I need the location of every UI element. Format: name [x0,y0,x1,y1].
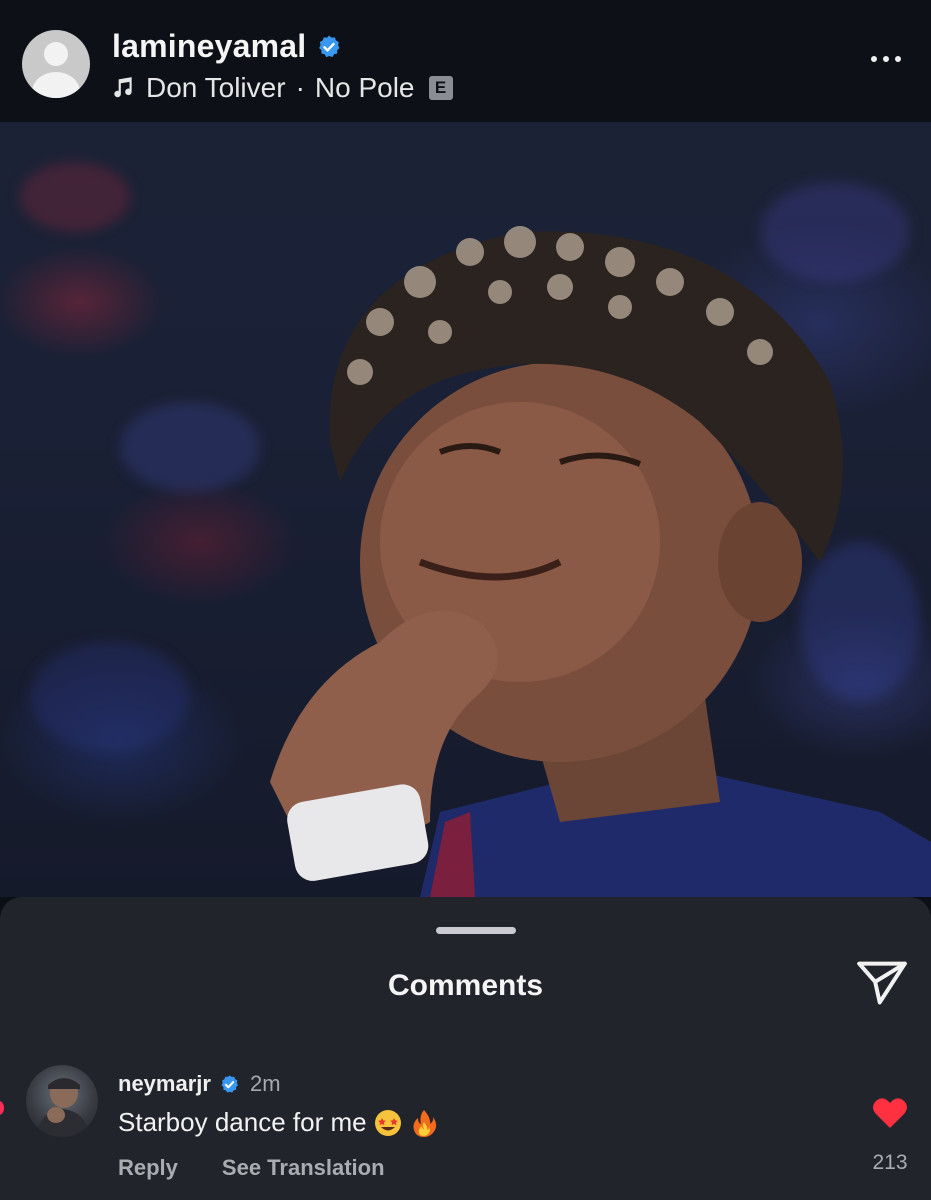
player-figure [270,226,931,897]
commenter-username[interactable]: neymarjr [118,1071,211,1097]
avatar-placeholder-head [44,42,68,66]
commenter-avatar[interactable] [26,1065,98,1137]
reply-button[interactable]: Reply [118,1155,178,1181]
post-username[interactable]: lamineyamal [112,28,306,65]
comment-item: neymarjr 2m Starboy dance for me Reply S… [0,1065,931,1185]
instagram-post-screen: lamineyamal Don Toliver · No Pole E Comm… [0,0,931,1200]
send-icon[interactable] [854,959,910,1007]
more-options-icon[interactable] [871,56,901,62]
comments-title: Comments [387,969,544,1002]
username-row: lamineyamal [112,28,342,65]
commenter-photo [36,1078,90,1137]
explicit-badge: E [428,76,453,100]
comment-meta: neymarjr 2m [118,1071,281,1097]
more-dot [871,56,877,62]
profile-avatar[interactable] [22,30,90,98]
fire-emoji [413,1109,436,1137]
verified-badge-icon [221,1074,238,1093]
more-dot [883,56,889,62]
comment-timestamp: 2m [249,1071,281,1096]
partial-like-icon [0,1101,4,1115]
music-note-icon [114,77,132,98]
audio-attribution[interactable]: Don Toliver · No Pole E [110,72,453,104]
music-artist: Don Toliver [146,72,286,103]
sheet-drag-handle[interactable] [436,927,516,934]
comment-text: Starboy dance for me [118,1107,367,1137]
comment-text-row: Starboy dance for me [118,1107,439,1138]
more-dot [895,56,901,62]
comments-sheet: Comments neymarjr 2m Starboy dance for m… [0,897,931,1200]
music-separator: · [295,72,305,103]
like-count: 213 [872,1151,908,1174]
music-track: No Pole [314,72,415,103]
comment-actions: Reply See Translation [118,1155,385,1181]
verified-badge-icon [319,35,340,57]
heart-icon[interactable] [872,1097,908,1129]
see-translation-button[interactable]: See Translation [222,1155,385,1181]
post-video[interactable] [0,122,931,897]
star-struck-emoji [374,1109,401,1136]
avatar-placeholder-body [32,72,80,98]
post-header: lamineyamal Don Toliver · No Pole E [0,0,931,122]
